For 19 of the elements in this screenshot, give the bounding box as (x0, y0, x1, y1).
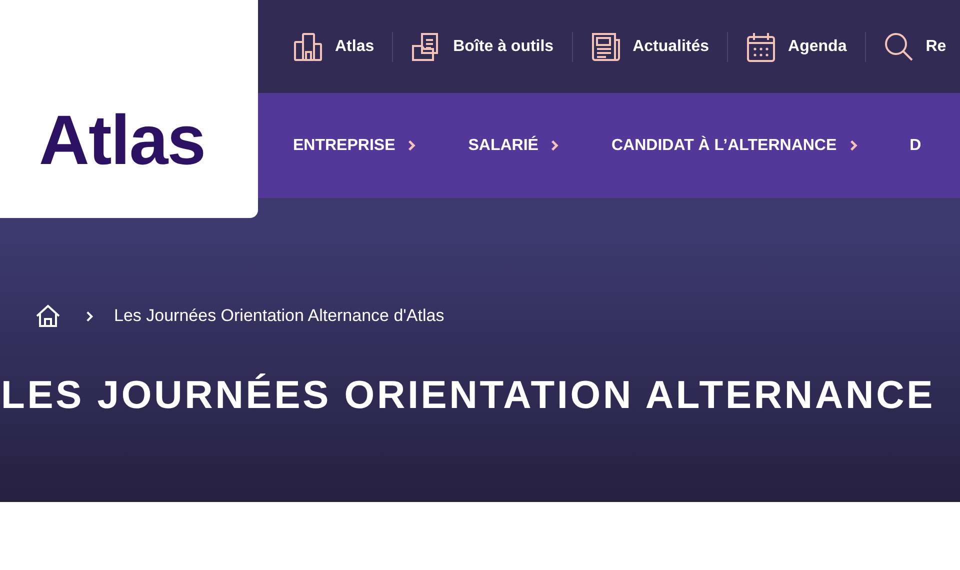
utility-link[interactable]: Agenda (746, 32, 847, 62)
calendar-icon (746, 32, 776, 62)
atlas-logo[interactable]: Atlas (38, 100, 206, 180)
nav-link[interactable]: ENTREPRISE (293, 136, 416, 154)
search-icon (884, 32, 914, 62)
utility-link[interactable]: Atlas (293, 32, 374, 62)
utility-link[interactable]: Boîte à outils (411, 32, 554, 62)
nav-link[interactable]: SALARIÉ (468, 136, 560, 154)
nav-link[interactable]: D (910, 136, 922, 154)
building-icon (293, 32, 323, 62)
page-title: LES JOURNÉES ORIENTATION ALTERNANCE (1, 374, 936, 418)
nav-link[interactable]: CANDIDAT À L’ALTERNANCE (611, 136, 858, 154)
breadcrumb-current: Les Journées Orientation Alternance d'Atlas (114, 306, 444, 326)
newspaper-icon (590, 32, 621, 62)
chevron-icon (85, 310, 94, 322)
home-icon[interactable] (35, 304, 61, 328)
utility-link[interactable]: Actualités (590, 32, 710, 62)
logo-card[interactable]: Atlas (0, 0, 258, 218)
utility-link[interactable]: Re (884, 32, 946, 62)
